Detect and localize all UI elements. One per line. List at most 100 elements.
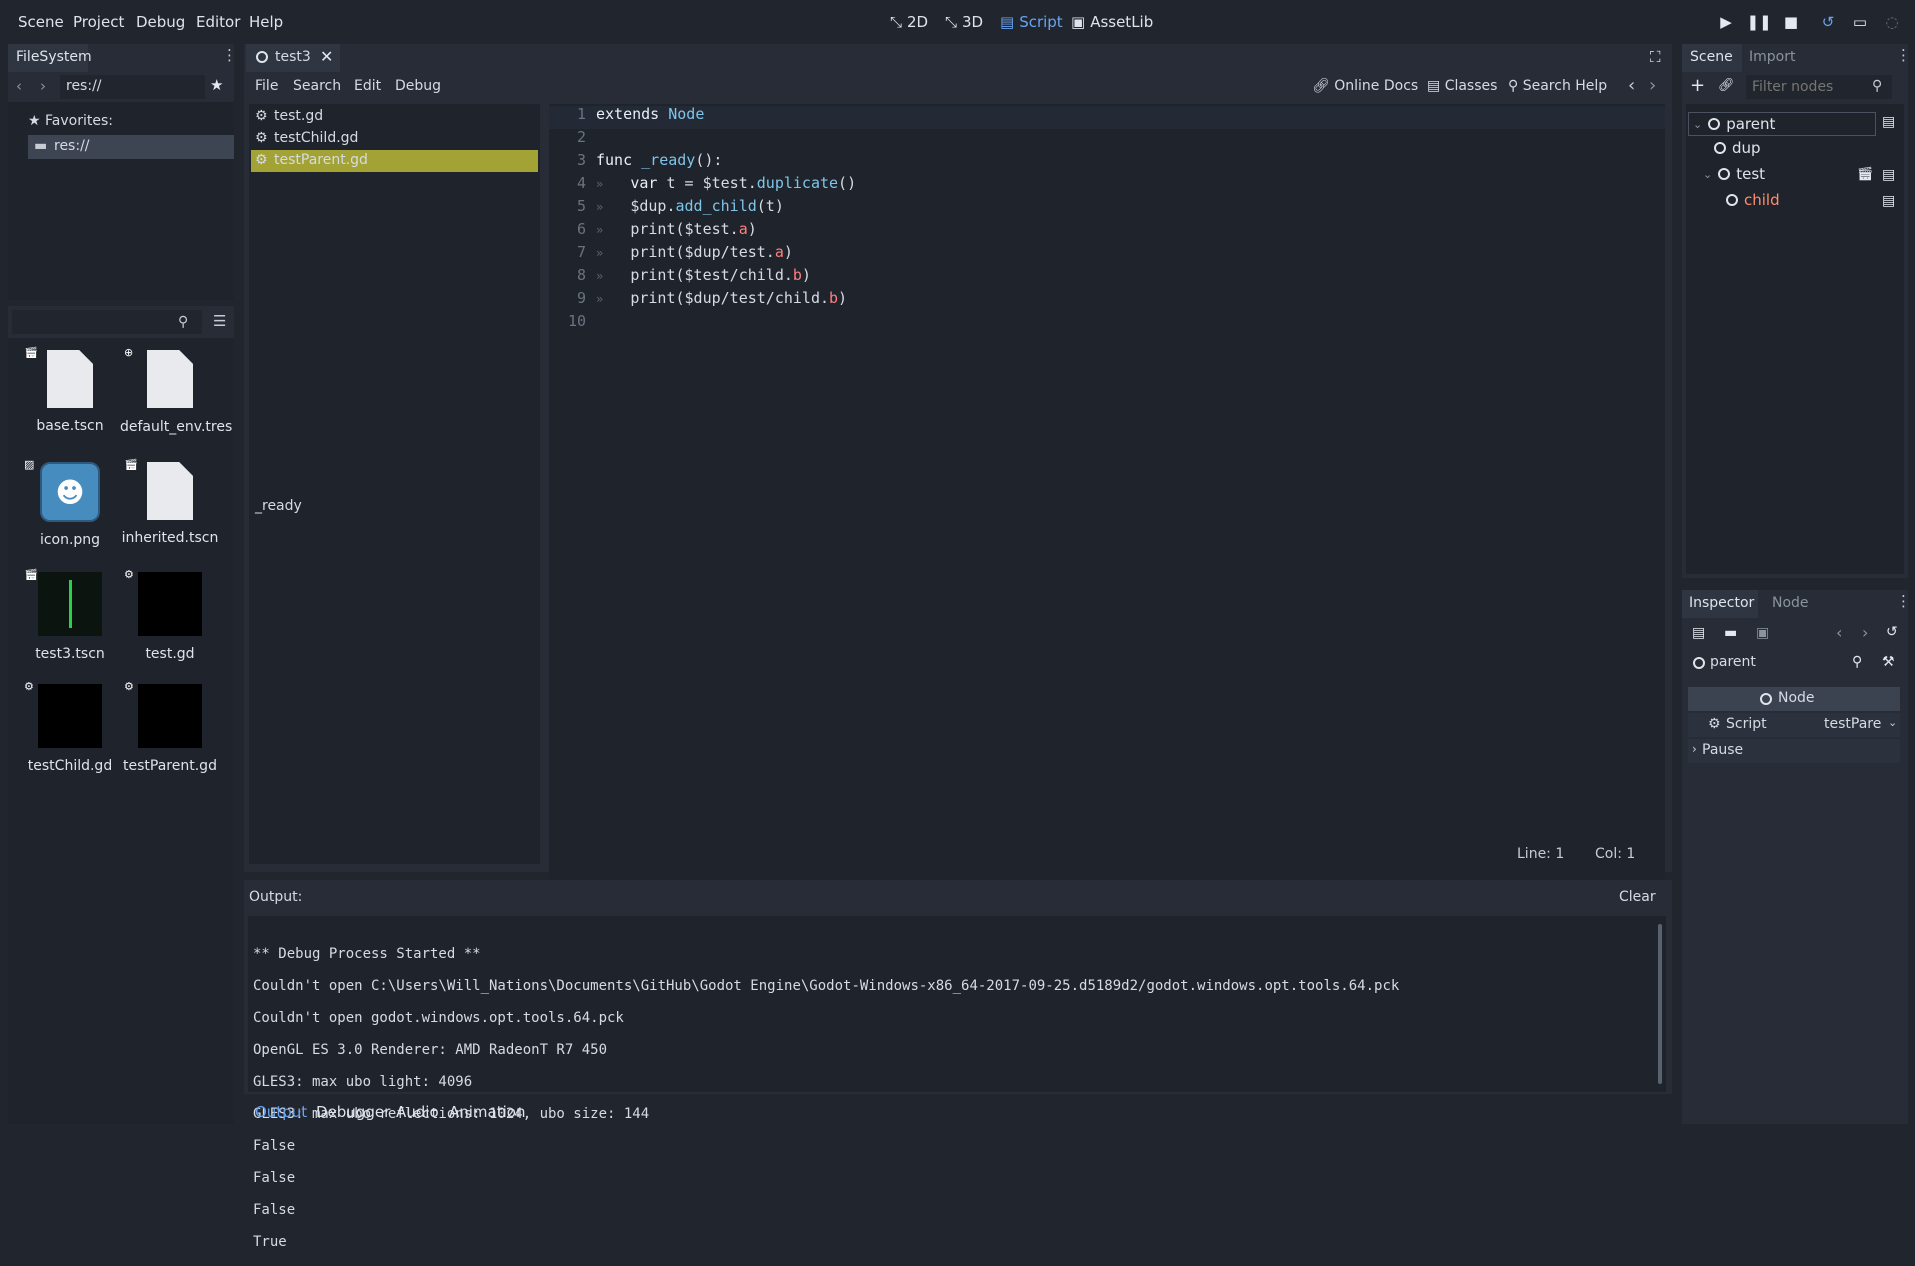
tab-inspector[interactable]: Inspector — [1689, 595, 1754, 611]
history-forward-icon[interactable]: › — [1862, 623, 1868, 642]
open-in-editor-icon[interactable]: 🎬︎ — [1857, 167, 1874, 182]
script-item-testparent[interactable]: ⚙ testParent.gd — [251, 150, 538, 172]
tab-node[interactable]: Node — [1772, 595, 1809, 611]
file-item[interactable]: 🎬︎ base.tscn — [20, 346, 120, 434]
section-pause[interactable]: › Pause — [1688, 739, 1900, 763]
menu-help[interactable]: Help — [249, 13, 283, 31]
file-item[interactable]: 🎬︎ test3.tscn — [20, 568, 120, 662]
file-item[interactable]: 🎬︎ inherited.tscn — [120, 458, 220, 546]
menu-search[interactable]: Search — [293, 78, 341, 94]
tree-node-dup[interactable]: dup — [1714, 139, 1761, 157]
script-value-dropdown[interactable]: testPare — [1824, 716, 1881, 732]
bottom-tab-audio[interactable]: Audio — [396, 1103, 439, 1121]
file-item[interactable]: ⊕ default_env.tres — [120, 346, 232, 436]
menu-scene[interactable]: Scene — [18, 13, 64, 31]
script-icon[interactable]: ▤ — [1882, 114, 1895, 130]
code-line: » print($dup/test.a) — [596, 243, 793, 261]
script-item-test[interactable]: ⚙ test.gd — [249, 106, 540, 128]
workspace-assetlib[interactable]: ▣ AssetLib — [1071, 13, 1153, 31]
file-item[interactable]: ⚙ test.gd — [120, 568, 220, 662]
history-back-icon[interactable]: ‹ — [1628, 75, 1635, 96]
menu-project[interactable]: Project — [73, 13, 124, 31]
output-scrollbar[interactable] — [1658, 924, 1662, 1084]
search-icon[interactable]: ⚲ — [1852, 654, 1862, 670]
2d-icon: ⤡ — [890, 13, 903, 31]
favorites-label: ★ Favorites: — [28, 113, 113, 129]
script-icon[interactable]: ▤ — [1882, 167, 1895, 183]
clear-button[interactable]: Clear — [1619, 889, 1656, 905]
history-icon[interactable]: ↺ — [1886, 624, 1898, 640]
add-node-icon[interactable]: + — [1690, 75, 1705, 96]
chevron-down-icon[interactable]: ⌄ — [1888, 716, 1897, 729]
tab-test3[interactable]: test3 ✕ — [246, 44, 340, 72]
classes-button[interactable]: ▤ Classes — [1427, 78, 1497, 94]
section-node[interactable]: Node — [1688, 687, 1900, 711]
bottom-tab-debugger[interactable]: Debugger — [316, 1103, 390, 1121]
method-item[interactable]: _ready — [255, 498, 302, 514]
3d-icon: ⤡ — [945, 13, 958, 31]
gear-icon: ⚙ — [255, 130, 268, 146]
history-forward-icon[interactable]: › — [1649, 75, 1656, 96]
tab-import[interactable]: Import — [1749, 49, 1795, 65]
node-icon — [256, 51, 268, 63]
tab-filesystem[interactable]: FileSystem — [16, 49, 92, 65]
code-line: » $dup.add_child(t) — [596, 197, 784, 215]
new-resource-icon[interactable]: ▤ — [1692, 625, 1705, 641]
file-icon — [47, 350, 93, 408]
path-input[interactable]: res:// — [66, 78, 102, 94]
workspace-2d[interactable]: ⤡ 2D — [890, 13, 928, 31]
workspace-script[interactable]: ▤ Script — [1000, 13, 1063, 31]
filter-nodes-input[interactable] — [1746, 75, 1866, 99]
menu-debug[interactable]: Debug — [136, 13, 185, 31]
menu-debug-script[interactable]: Debug — [395, 78, 441, 94]
menu-file[interactable]: File — [255, 78, 278, 94]
play-icon[interactable]: ▶ — [1718, 13, 1734, 31]
play-custom-scene-icon[interactable]: ▭ — [1852, 13, 1868, 31]
script-icon[interactable]: ▤ — [1882, 193, 1895, 209]
pause-icon[interactable]: ❚❚ — [1746, 13, 1771, 31]
tab-scene[interactable]: Scene — [1690, 49, 1733, 65]
list-view-icon[interactable]: ☰ — [213, 312, 226, 330]
output-text: ** Debug Process Started ** Couldn't ope… — [253, 946, 1400, 1250]
node-icon — [1714, 142, 1726, 154]
search-help-icon: ⚲ — [1508, 78, 1519, 94]
menu-edit[interactable]: Edit — [354, 78, 381, 94]
dock-menu-icon[interactable]: ⋮ — [1896, 592, 1911, 610]
save-icon[interactable]: ▣ — [1756, 625, 1769, 641]
tree-node-test[interactable]: ⌄ test — [1703, 165, 1765, 183]
code-line: func _ready(): — [596, 151, 723, 169]
stop-icon[interactable]: ■ — [1783, 13, 1799, 31]
open-folder-icon[interactable]: ▬ — [1724, 625, 1737, 641]
search-icon: ⚲ — [1872, 78, 1883, 94]
tree-item-res[interactable]: ▬ res:// — [28, 135, 234, 159]
file-item[interactable]: ▨ ☻ icon.png — [20, 458, 120, 548]
dock-menu-icon[interactable]: ⋮ — [1896, 46, 1911, 64]
object-properties-icon[interactable]: ⚒ — [1882, 654, 1895, 670]
menu-editor[interactable]: Editor — [196, 13, 240, 31]
search-help-button[interactable]: ⚲ Search Help — [1508, 78, 1607, 94]
file-item[interactable]: ⚙ testParent.gd — [120, 680, 220, 774]
distraction-free-icon[interactable]: ⛶ — [1650, 48, 1661, 66]
close-icon[interactable]: ✕ — [320, 47, 333, 66]
online-docs-button[interactable]: 🔗︎ Online Docs — [1312, 78, 1418, 94]
play-scene-icon[interactable]: ↺ — [1820, 13, 1836, 31]
forward-icon[interactable]: › — [40, 77, 46, 95]
workspace-3d[interactable]: ⤡ 3D — [945, 13, 983, 31]
instance-scene-icon[interactable]: 🔗︎ — [1718, 78, 1735, 93]
file-filter-input[interactable] — [12, 310, 202, 334]
link-icon: 🔗︎ — [1312, 78, 1330, 94]
history-back-icon[interactable]: ‹ — [1836, 623, 1842, 642]
gear-icon: ⚙ — [1708, 716, 1721, 732]
file-icon — [147, 462, 193, 520]
favorite-star-icon[interactable]: ★ — [210, 76, 223, 94]
script-item-testchild[interactable]: ⚙ testChild.gd — [249, 128, 540, 150]
tree-node-child[interactable]: child — [1726, 191, 1780, 209]
code-line: » print($test.a) — [596, 220, 757, 238]
line-number: 3 — [576, 151, 586, 169]
bottom-tab-output[interactable]: Output — [255, 1103, 307, 1121]
bottom-tab-animation[interactable]: Animation — [449, 1103, 525, 1121]
tree-node-parent[interactable]: ⌄ parent — [1688, 112, 1876, 136]
back-icon[interactable]: ‹ — [16, 77, 22, 95]
dock-menu-icon[interactable]: ⋮ — [222, 46, 237, 64]
file-item[interactable]: ⚙ testChild.gd — [20, 680, 120, 774]
